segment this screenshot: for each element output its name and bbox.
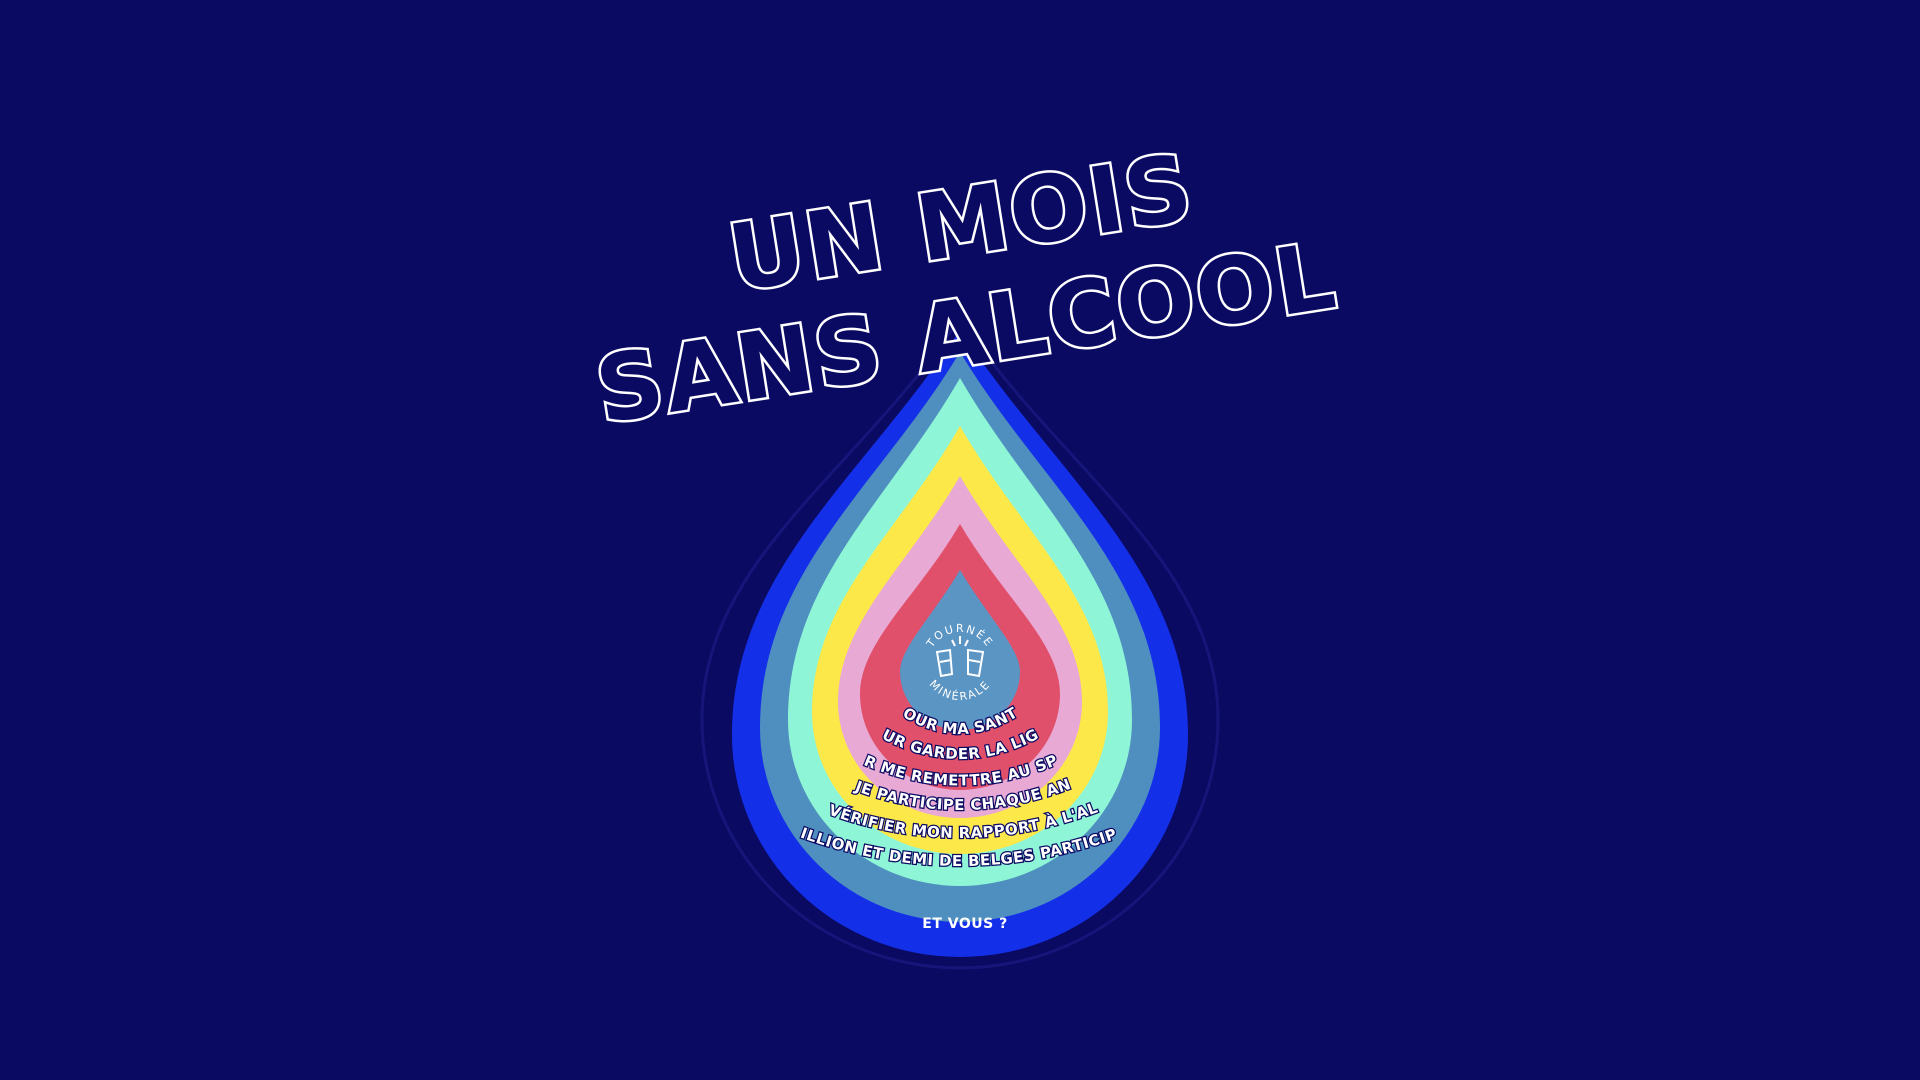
footer-question: ET VOUS ? <box>922 916 1007 932</box>
poster-canvas: TOURNÉE MINÉRALE POUR MA SANTÉ POUR GARD… <box>0 0 1346 970</box>
